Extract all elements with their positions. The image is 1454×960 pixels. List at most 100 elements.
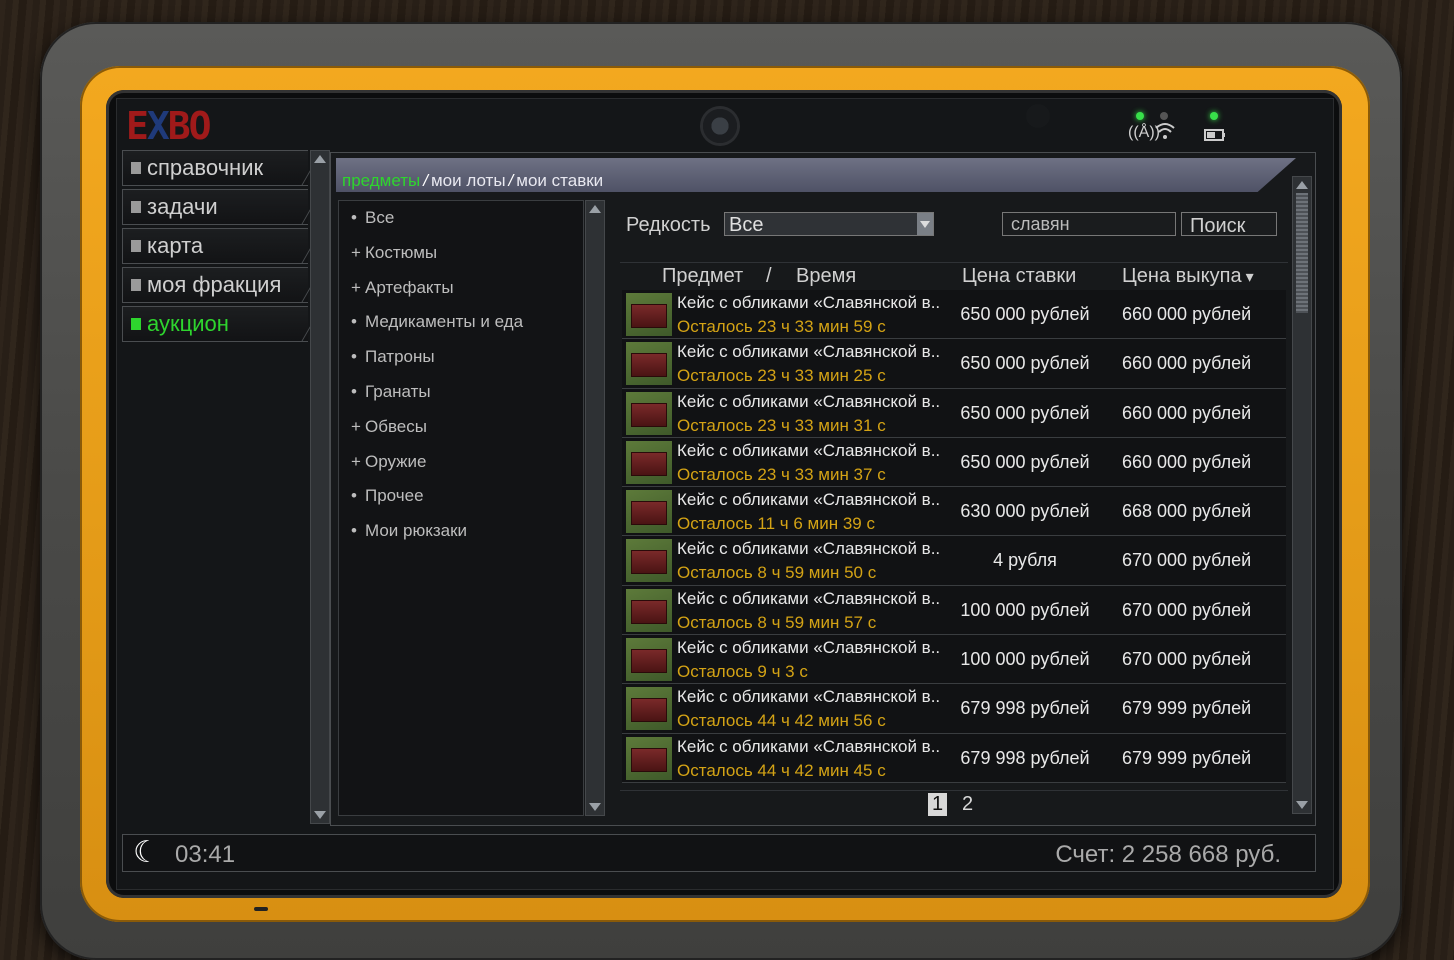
- lot-bid-price: 650 000 рублей: [960, 402, 1090, 423]
- pagination: 1 2: [620, 790, 1288, 816]
- table-row[interactable]: Кейс с обликами «Славянской в.. Осталось …: [622, 536, 1286, 586]
- nav-item-3[interactable]: моя фракция: [122, 267, 308, 303]
- breadcrumb-tab-1[interactable]: мои лоты: [431, 171, 506, 190]
- lot-name: Кейс с обликами «Славянской в..: [677, 391, 941, 411]
- lot-name: Кейс с обликами «Славянской в..: [677, 736, 941, 756]
- col-item-header[interactable]: Предмет: [662, 265, 743, 288]
- nav-item-label: задачи: [147, 194, 218, 219]
- case-thumbnail: [626, 293, 672, 336]
- lot-name: Кейс с обликами «Славянской в..: [677, 342, 941, 362]
- case-thumbnail: [626, 588, 672, 632]
- lot-buyout-price: 679 999 рублей: [1122, 698, 1252, 719]
- table-row[interactable]: Кейс с обликами «Славянской в.. Осталось …: [622, 635, 1286, 685]
- scroll-up-icon[interactable]: [1296, 181, 1308, 189]
- main-nav: справочник задачи карта моя фракция аукцион: [122, 150, 308, 345]
- lot-name: Кейс с обликами «Славянской в..: [677, 638, 941, 658]
- lot-time-left: Осталось 8 ч 59 мин 50 с: [677, 563, 877, 583]
- table-row[interactable]: Кейс с обликами «Славянской в.. Осталось …: [622, 388, 1286, 438]
- breadcrumb-separator: /: [423, 171, 428, 190]
- clock: 03:41: [175, 841, 236, 868]
- category-label: Медикаменты и еда: [365, 312, 524, 332]
- rarity-select[interactable]: Все: [724, 212, 934, 236]
- scroll-down-icon[interactable]: [1296, 801, 1308, 809]
- sensor-icon: [1026, 104, 1050, 128]
- nav-bullet-icon: [131, 201, 141, 213]
- case-thumbnail: [626, 342, 672, 386]
- scroll-thumb[interactable]: [1296, 193, 1308, 313]
- breadcrumb-tab-0[interactable]: предметы: [342, 171, 420, 190]
- case-thumbnail: [626, 490, 672, 534]
- page-2[interactable]: 2: [962, 793, 973, 816]
- scroll-up-icon[interactable]: [589, 205, 601, 213]
- lot-bid-price: 650 000 рублей: [960, 451, 1090, 472]
- category-item[interactable]: • Мои рюкзаки: [339, 514, 583, 549]
- expand-icon: +: [351, 451, 361, 471]
- case-thumbnail: [626, 391, 672, 435]
- search-input[interactable]: [1002, 212, 1176, 236]
- table-row[interactable]: Кейс с обликами «Славянской в.. Осталось …: [622, 585, 1286, 636]
- bullet-icon: •: [351, 381, 357, 401]
- lot-time-left: Осталось 23 ч 33 мин 37 с: [677, 464, 886, 484]
- category-item[interactable]: • Прочее: [339, 479, 583, 514]
- category-label: Все: [365, 208, 395, 227]
- category-item[interactable]: + Оружие: [339, 445, 583, 480]
- lot-bid-price: 679 998 рублей: [960, 698, 1090, 719]
- category-label: Патроны: [365, 347, 435, 367]
- breadcrumb-tab-2[interactable]: мои ставки: [516, 171, 603, 190]
- led-icon: [1136, 112, 1144, 120]
- expand-icon: +: [351, 277, 361, 297]
- lot-name: Кейс с обликами «Славянской в..: [677, 687, 941, 707]
- col-time-header[interactable]: Время: [796, 265, 856, 288]
- case-thumbnail: [626, 638, 672, 682]
- nav-scrollbar[interactable]: [310, 150, 330, 824]
- nav-bullet-icon: [131, 162, 141, 174]
- category-label: Артефакты: [365, 277, 454, 297]
- table-row[interactable]: Кейс с обликами «Славянской в.. Осталось …: [622, 290, 1286, 340]
- category-scrollbar[interactable]: [585, 200, 605, 816]
- lot-buyout-price: 660 000 рублей: [1122, 353, 1252, 374]
- camera-icon: [700, 106, 740, 146]
- table-row[interactable]: Кейс с обликами «Славянской в.. Осталось …: [622, 733, 1286, 783]
- led-icon: [1210, 112, 1218, 120]
- category-item[interactable]: • Гранаты: [339, 375, 583, 410]
- category-item[interactable]: • Медикаменты и еда: [339, 305, 583, 340]
- scroll-up-icon[interactable]: [314, 155, 326, 163]
- breadcrumb-separator: /: [508, 171, 514, 190]
- nav-item-0[interactable]: справочник: [122, 150, 308, 186]
- nav-item-4[interactable]: аукцион: [122, 306, 308, 342]
- lot-time-left: Осталось 44 ч 42 мин 45 с: [677, 760, 886, 780]
- battery-icon: [1204, 128, 1226, 146]
- category-item[interactable]: + Обвесы: [339, 410, 583, 445]
- nav-item-1[interactable]: задачи: [122, 189, 308, 225]
- search-button[interactable]: Поиск: [1181, 212, 1277, 237]
- lot-scrollbar[interactable]: [1292, 176, 1312, 814]
- col-bid-header[interactable]: Цена ставки: [962, 265, 1076, 288]
- category-item[interactable]: • Все: [339, 201, 583, 236]
- nav-item-2[interactable]: карта: [122, 228, 308, 264]
- table-header: Предмет / Время Цена ставки Цена выкупа ▾: [620, 262, 1288, 289]
- lot-name: Кейс с обликами «Славянской в..: [677, 440, 941, 460]
- lot-bid-price: 650 000 рублей: [960, 304, 1090, 324]
- rarity-select-value: Все: [729, 214, 764, 236]
- lot-bid-price: 630 000 рублей: [960, 501, 1090, 522]
- col-buyout-header[interactable]: Цена выкупа ▾: [1122, 265, 1254, 288]
- case-thumbnail: [626, 440, 672, 484]
- category-item[interactable]: + Костюмы: [339, 236, 583, 271]
- table-row[interactable]: Кейс с обликами «Славянской в.. Осталось …: [622, 339, 1286, 389]
- scroll-down-icon[interactable]: [589, 803, 601, 811]
- filter-bar: Редкость Все Поиск: [618, 206, 1288, 246]
- lot-time-left: Осталось 9 ч 3 с: [677, 662, 808, 682]
- device-slot: [254, 907, 268, 911]
- scroll-down-icon[interactable]: [314, 811, 326, 819]
- chevron-down-icon[interactable]: [917, 213, 933, 235]
- page-1[interactable]: 1: [928, 793, 948, 816]
- category-item[interactable]: + Артефакты: [339, 271, 583, 306]
- category-label: Оружие: [365, 451, 427, 471]
- table-row[interactable]: Кейс с обликами «Славянской в.. Осталось …: [622, 487, 1286, 537]
- nav-item-label: аукцион: [147, 311, 229, 336]
- category-item[interactable]: • Патроны: [339, 340, 583, 375]
- table-row[interactable]: Кейс с обликами «Славянской в.. Осталось …: [622, 684, 1286, 734]
- lot-bid-price: 679 998 рублей: [960, 747, 1090, 768]
- lot-buyout-price: 670 000 рублей: [1122, 599, 1252, 620]
- table-row[interactable]: Кейс с обликами «Славянской в.. Осталось …: [622, 437, 1286, 488]
